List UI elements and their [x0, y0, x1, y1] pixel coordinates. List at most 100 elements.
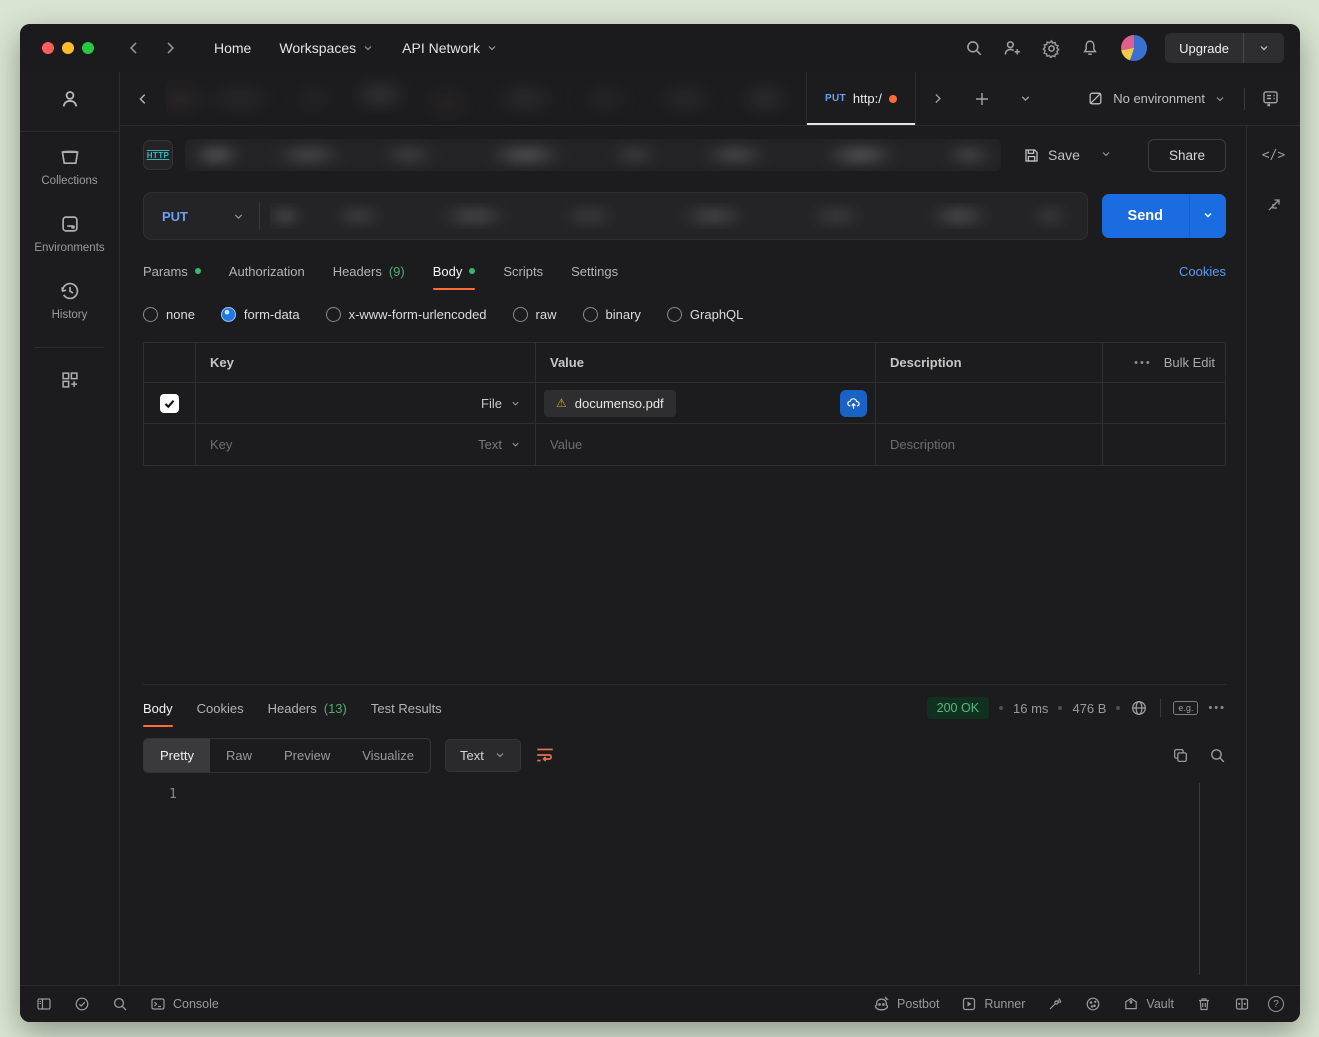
- scroll-tabs-left-icon[interactable]: [120, 72, 166, 125]
- save-as-example-icon[interactable]: e.g.: [1173, 701, 1198, 715]
- forward-arrow-icon[interactable]: [162, 40, 178, 56]
- response-more-dots-icon[interactable]: •••: [1208, 702, 1226, 714]
- scroll-tabs-right-icon[interactable]: [916, 72, 960, 125]
- user-profile-icon[interactable]: [59, 88, 81, 113]
- radio-x-www-form-urlencoded[interactable]: x-www-form-urlencoded: [326, 307, 487, 322]
- active-request-tab[interactable]: PUT http:/: [806, 72, 916, 125]
- tab-headers[interactable]: Headers(9): [321, 248, 417, 294]
- wrap-lines-icon[interactable]: [535, 745, 555, 765]
- sidebar-configure-icon[interactable]: [60, 370, 80, 390]
- tab-body[interactable]: Body: [421, 248, 488, 294]
- row-checkbox-checked[interactable]: [160, 394, 179, 413]
- send-options-chevron-icon[interactable]: [1190, 194, 1226, 238]
- save-button[interactable]: Save: [1013, 141, 1090, 170]
- runner-button[interactable]: Runner: [961, 996, 1025, 1012]
- response-tab-body[interactable]: Body: [131, 685, 185, 731]
- invite-user-icon[interactable]: [1003, 39, 1022, 58]
- cookies-link[interactable]: Cookies: [1179, 264, 1226, 279]
- url-row: PUT Send: [143, 184, 1226, 248]
- response-tab-test-results[interactable]: Test Results: [359, 685, 454, 731]
- radio-none[interactable]: none: [143, 307, 195, 322]
- status-badge[interactable]: 200 OK: [927, 697, 989, 719]
- send-button[interactable]: Send: [1102, 194, 1189, 238]
- notifications-bell-icon[interactable]: [1081, 39, 1099, 57]
- upload-file-button[interactable]: [840, 390, 867, 417]
- capture-requests-icon[interactable]: [1047, 996, 1063, 1012]
- radio-form-data[interactable]: form-data: [221, 307, 300, 322]
- value-input[interactable]: [550, 437, 861, 452]
- selected-file-chip[interactable]: ⚠ documenso.pdf: [544, 390, 676, 417]
- pull-request-arrows-icon[interactable]: [1266, 197, 1282, 217]
- minimize-window-button[interactable]: [62, 42, 74, 54]
- redacted-open-tabs[interactable]: [166, 72, 806, 125]
- table-options-dots-icon[interactable]: •••: [1134, 357, 1152, 369]
- help-icon[interactable]: ?: [1268, 996, 1284, 1012]
- key-input[interactable]: [210, 396, 473, 411]
- two-pane-layout-icon[interactable]: [1234, 996, 1250, 1012]
- radio-raw[interactable]: raw: [513, 307, 557, 322]
- value-type-select-text[interactable]: Text: [478, 437, 521, 452]
- api-network-label: API Network: [402, 40, 480, 56]
- share-button[interactable]: Share: [1148, 139, 1226, 172]
- editor-scrollbar[interactable]: [1199, 783, 1200, 975]
- response-tab-headers[interactable]: Headers(13): [256, 685, 359, 731]
- tab-authorization[interactable]: Authorization: [217, 248, 317, 294]
- tab-params[interactable]: Params: [131, 248, 213, 294]
- unsaved-changes-dot: [889, 95, 897, 103]
- radio-graphql[interactable]: GraphQL: [667, 307, 743, 322]
- search-response-icon[interactable]: [1209, 747, 1226, 764]
- search-icon[interactable]: [965, 39, 983, 57]
- description-input[interactable]: [890, 396, 1088, 411]
- tab-settings[interactable]: Settings: [559, 248, 630, 294]
- api-network-menu[interactable]: API Network: [402, 40, 498, 56]
- new-tab-plus-icon[interactable]: [960, 72, 1004, 125]
- maximize-window-button[interactable]: [82, 42, 94, 54]
- warning-icon: ⚠: [556, 396, 567, 410]
- back-arrow-icon[interactable]: [126, 40, 142, 56]
- copy-response-icon[interactable]: [1172, 747, 1189, 764]
- bulk-edit-button[interactable]: Bulk Edit: [1164, 355, 1215, 370]
- tab-options-chevron-icon[interactable]: [1004, 72, 1048, 125]
- upgrade-label: Upgrade: [1179, 41, 1229, 56]
- save-options-chevron-icon[interactable]: [1090, 142, 1122, 169]
- trash-icon[interactable]: [1196, 996, 1212, 1012]
- tab-scripts[interactable]: Scripts: [491, 248, 555, 294]
- close-window-button[interactable]: [42, 42, 54, 54]
- sidebar-item-environments[interactable]: Environments: [34, 213, 104, 254]
- toggle-sidebar-icon[interactable]: [36, 996, 52, 1012]
- view-preview[interactable]: Preview: [268, 739, 346, 772]
- upgrade-button[interactable]: Upgrade: [1165, 33, 1243, 63]
- radio-binary[interactable]: binary: [583, 307, 641, 322]
- view-visualize[interactable]: Visualize: [346, 739, 430, 772]
- redacted-request-url[interactable]: [270, 203, 1073, 229]
- method-selector[interactable]: PUT: [144, 209, 259, 224]
- response-tab-cookies[interactable]: Cookies: [185, 685, 256, 731]
- redacted-request-name[interactable]: [185, 139, 1001, 171]
- response-body-editor[interactable]: 1: [143, 779, 1226, 985]
- view-raw[interactable]: Raw: [210, 739, 268, 772]
- params-dot: [195, 268, 201, 274]
- vault-button[interactable]: Vault: [1123, 996, 1174, 1012]
- code-snippet-icon[interactable]: </>: [1262, 148, 1285, 163]
- value-type-select-file[interactable]: File: [481, 396, 521, 411]
- language-selector[interactable]: Text: [445, 739, 521, 772]
- upgrade-chevron-icon[interactable]: [1244, 33, 1284, 63]
- status-check-icon[interactable]: [74, 996, 90, 1012]
- view-pretty[interactable]: Pretty: [144, 739, 210, 772]
- network-globe-icon[interactable]: [1130, 699, 1148, 717]
- view-segmented-control: Pretty Raw Preview Visualize: [143, 738, 431, 773]
- home-nav[interactable]: Home: [214, 40, 251, 56]
- user-avatar[interactable]: [1121, 35, 1147, 61]
- key-input[interactable]: [210, 437, 470, 452]
- find-replace-icon[interactable]: [112, 996, 128, 1012]
- settings-gear-icon[interactable]: [1042, 39, 1061, 58]
- description-input[interactable]: [890, 437, 1088, 452]
- console-button[interactable]: Console: [150, 996, 219, 1012]
- workspaces-menu[interactable]: Workspaces: [279, 40, 374, 56]
- sidebar-item-collections[interactable]: Collections: [41, 146, 97, 187]
- environment-selector[interactable]: No environment: [1075, 90, 1238, 107]
- cookies-icon[interactable]: [1085, 996, 1101, 1012]
- sidebar-item-history[interactable]: History: [52, 280, 88, 321]
- environment-quick-look-icon[interactable]: [1261, 89, 1280, 108]
- postbot-button[interactable]: Postbot: [873, 996, 939, 1013]
